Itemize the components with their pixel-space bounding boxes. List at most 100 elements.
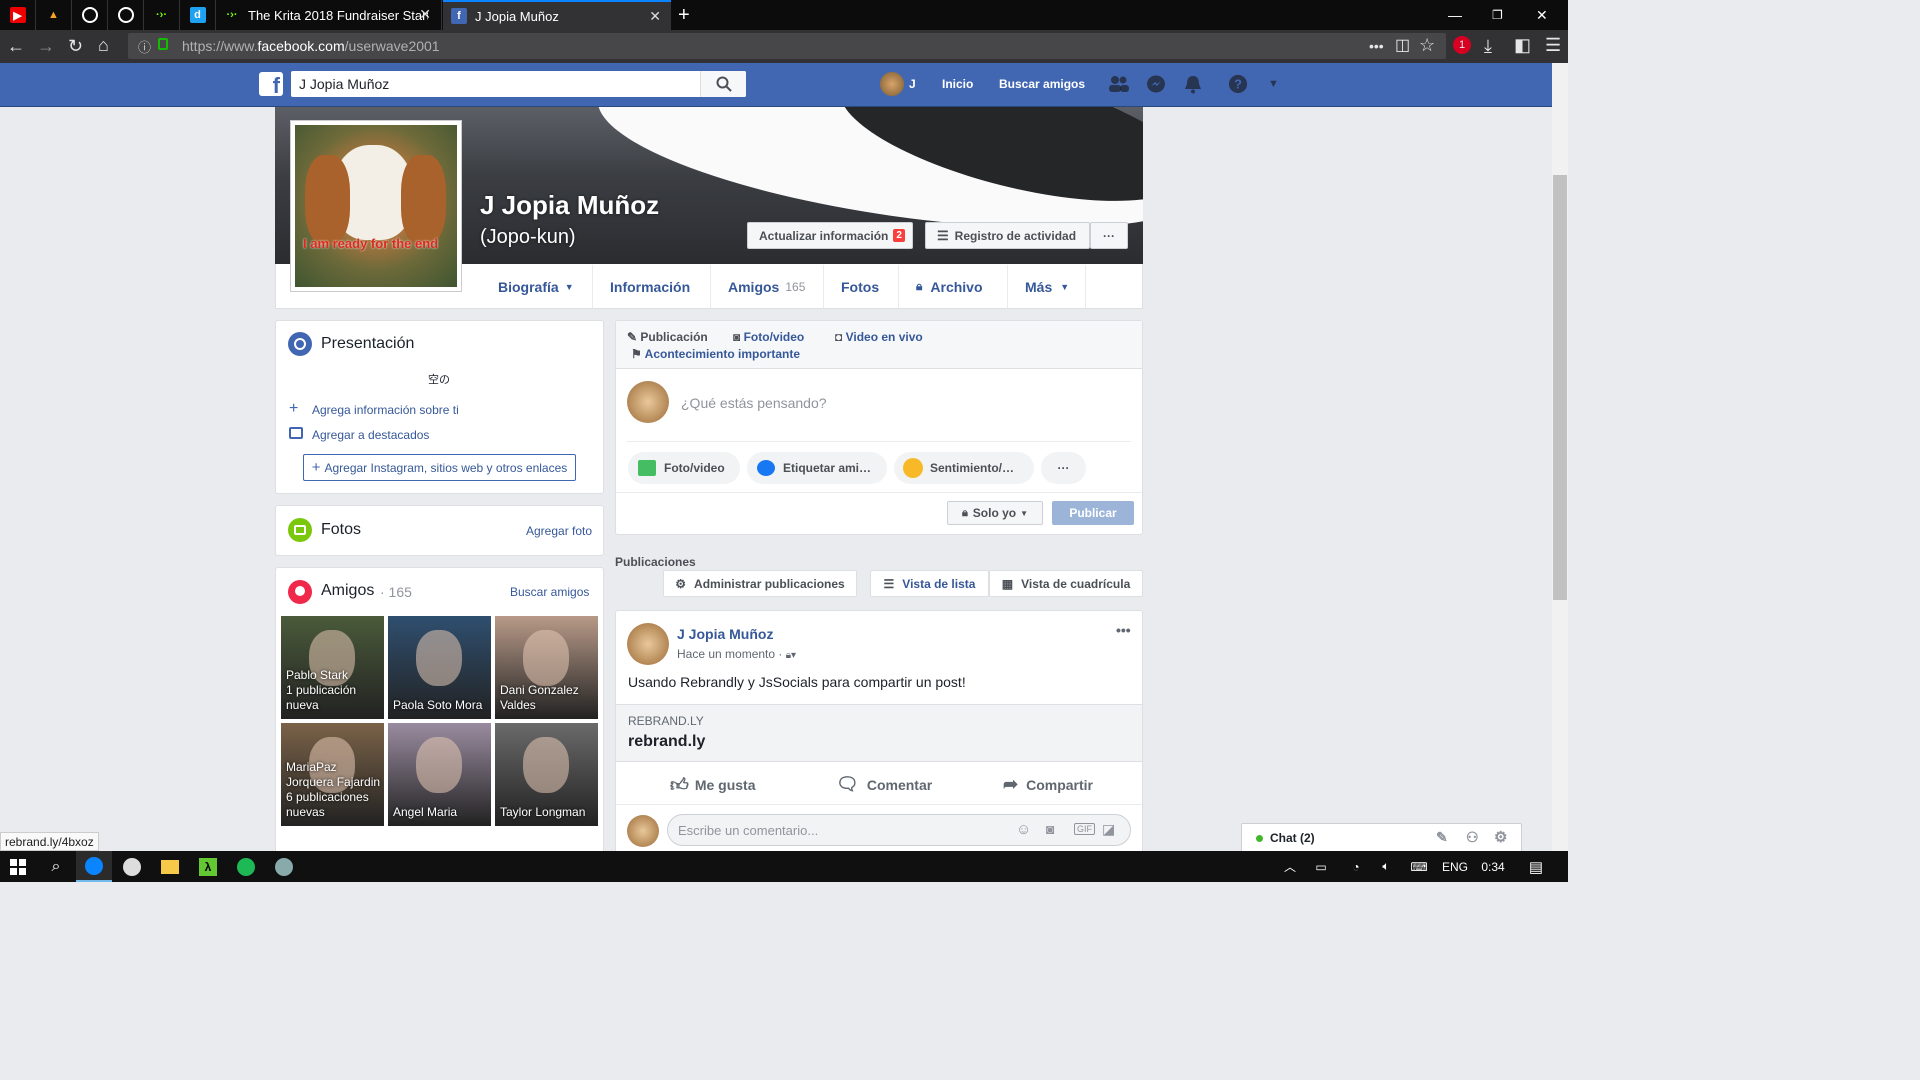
tab-facebook-profile[interactable]: f J Jopia Muñoz ✕ — [443, 0, 671, 30]
add-featured-link[interactable]: Agregar a destacados — [312, 428, 429, 442]
battery-icon[interactable]: ▭ — [1310, 851, 1332, 882]
find-friends-link[interactable]: Buscar amigos — [999, 77, 1085, 91]
more-options-pill[interactable]: ··· — [1041, 452, 1086, 484]
wifi-icon[interactable]: ◔ — [1345, 851, 1367, 882]
tab-informacion[interactable]: Información — [593, 265, 711, 308]
share-button[interactable]: ➦ Compartir — [1003, 774, 1093, 795]
activity-log-button[interactable]: ☰ Registro de actividad — [925, 222, 1090, 249]
firefox-taskbar-icon[interactable] — [76, 851, 112, 882]
post-timestamp[interactable]: Hace un momento · 🔒︎▾ — [677, 647, 796, 661]
privacy-selector[interactable]: 🔒︎ Solo yo ▼ — [947, 501, 1043, 525]
pinned-tab-d[interactable]: d — [180, 0, 216, 30]
tab-fotos[interactable]: Fotos — [824, 265, 899, 308]
language-indicator[interactable]: ENG — [1440, 851, 1470, 882]
notifications-bell-icon[interactable] — [1182, 74, 1204, 94]
update-info-button[interactable]: Actualizar información 2 — [747, 222, 913, 249]
facebook-logo-icon[interactable]: f — [259, 72, 283, 98]
pocket-icon[interactable]: ◫ — [1395, 36, 1410, 56]
friend-tile[interactable]: Angel Maria — [388, 723, 491, 826]
chevron-down-icon[interactable]: ▼ — [1268, 78, 1279, 90]
sticker-icon[interactable]: ◪ — [1102, 821, 1115, 838]
chat-settings-gear-icon[interactable]: ⚙ — [1494, 828, 1507, 846]
pinned-tab-youtube[interactable]: ▶ — [0, 0, 36, 30]
composer-tab-post[interactable]: ✎ Publicación — [627, 330, 708, 344]
manage-posts-button[interactable]: ⚙ Administrar publicaciones — [663, 570, 857, 597]
forward-icon[interactable]: → — [37, 36, 55, 56]
add-photo-link[interactable]: Agregar foto — [526, 524, 592, 538]
list-view-button[interactable]: ☰ Vista de lista — [870, 570, 989, 597]
new-tab-button[interactable]: + — [678, 0, 690, 30]
composer-input[interactable]: ¿Qué estás pensando? — [681, 395, 827, 411]
comment-button[interactable]: 🗨︎ Comentar — [836, 774, 932, 795]
volume-icon[interactable]: 🔈︎ — [1375, 851, 1397, 882]
post-author-name[interactable]: J Jopia Muñoz — [677, 626, 773, 642]
ublock-icon[interactable]: 1 — [1453, 36, 1471, 54]
tag-friends-pill[interactable]: Etiquetar ami… — [747, 452, 887, 484]
sidebar-icon[interactable]: ◧ — [1514, 35, 1531, 55]
tab-krita-fundraiser[interactable]: ·›· The Krita 2018 Fundraiser Starts ✕ — [216, 0, 442, 30]
gif-icon[interactable]: GIF — [1074, 823, 1095, 835]
emoji-icon[interactable]: ☺ — [1016, 821, 1031, 838]
reload-icon[interactable]: ↻ — [68, 36, 83, 56]
keyboard-icon[interactable]: ⌨ — [1405, 851, 1433, 882]
close-window-button[interactable]: ✕ — [1536, 0, 1548, 30]
tab-archivo[interactable]: 🔒︎ Archivo — [899, 265, 1008, 308]
tab-mas[interactable]: Más ▼ — [1008, 265, 1086, 308]
friend-tile[interactable]: Taylor Longman — [495, 723, 598, 826]
back-icon[interactable]: ← — [7, 36, 25, 56]
avatar[interactable] — [880, 72, 904, 96]
page-actions-icon[interactable]: ••• — [1369, 36, 1384, 56]
pinned-tab-web-2[interactable] — [108, 0, 144, 30]
pinned-tab-krita[interactable]: ▲ — [36, 0, 72, 30]
clock[interactable]: 0:34 — [1478, 851, 1508, 882]
tab-amigos[interactable]: Amigos 165 — [711, 265, 824, 308]
friend-tile[interactable]: Pablo Stark 1 publicación nueva — [281, 616, 384, 719]
composer-tab-live[interactable]: ◘ Video en vivo — [835, 330, 923, 344]
search-button[interactable] — [700, 71, 746, 97]
spotify-icon[interactable] — [228, 851, 264, 882]
friend-requests-icon[interactable] — [1108, 74, 1130, 94]
new-message-icon[interactable]: ✎ — [1436, 829, 1448, 846]
bookmark-star-icon[interactable]: ☆ — [1419, 35, 1435, 55]
downloads-icon[interactable]: ⤓ — [1484, 36, 1492, 56]
messenger-icon[interactable] — [1145, 74, 1167, 94]
photo-video-pill[interactable]: Foto/video — [628, 452, 740, 484]
feeling-pill[interactable]: Sentimiento/… — [894, 452, 1034, 484]
scrollbar-thumb[interactable] — [1553, 175, 1567, 600]
more-options-button[interactable]: ··· — [1090, 222, 1128, 249]
grid-view-button[interactable]: ▦ Vista de cuadrícula — [989, 570, 1143, 597]
friend-tile[interactable]: Paola Soto Mora — [388, 616, 491, 719]
like-button[interactable]: 👍︎ Me gusta — [670, 774, 756, 796]
windows-start-icon[interactable] — [0, 851, 36, 882]
friend-tile[interactable]: Dani Gonzalez Valdes — [495, 616, 598, 719]
group-chat-icon[interactable]: ⚇ — [1466, 829, 1479, 846]
help-icon[interactable]: ? — [1227, 74, 1249, 94]
info-icon[interactable]: ⓘ — [138, 37, 151, 56]
search-input[interactable]: J Jopia Muñoz — [291, 71, 746, 97]
friend-tile[interactable]: MariaPaz Jorquera Fajardin 6 publicacion… — [281, 723, 384, 826]
search-icon[interactable]: ⌕ — [38, 851, 74, 882]
add-links-button[interactable]: + Agregar Instagram, sitios web y otros … — [303, 454, 576, 481]
camera-icon[interactable]: ◙ — [1046, 821, 1054, 837]
profile-picture[interactable]: I am ready for the end — [290, 120, 462, 292]
menu-icon[interactable]: ☰ — [1545, 35, 1561, 55]
pinned-tab-app[interactable]: ·›· — [144, 0, 180, 30]
tray-chevron-up-icon[interactable]: ︿ — [1280, 851, 1300, 882]
file-explorer-icon[interactable] — [152, 851, 188, 882]
app-taskbar-icon[interactable] — [266, 851, 302, 882]
comment-input[interactable]: Escribe un comentario... ☺ ◙ GIF ◪ — [667, 814, 1131, 846]
tab-biografia[interactable]: Biografía ▼ — [480, 265, 593, 308]
composer-tab-photo[interactable]: ◙ Foto/video — [733, 330, 804, 344]
add-info-link[interactable]: Agrega información sobre ti — [312, 403, 459, 417]
app-taskbar-icon[interactable] — [114, 851, 150, 882]
post-options-icon[interactable]: ••• — [1116, 622, 1131, 638]
publish-button[interactable]: Publicar — [1052, 501, 1134, 525]
chat-bar[interactable]: Chat (2) ✎ ⚇ ⚙ — [1241, 823, 1522, 851]
close-tab-icon[interactable]: ✕ — [419, 6, 431, 23]
profile-shortcut[interactable]: J — [909, 77, 916, 91]
composer-tab-event[interactable]: ⚑ Acontecimiento importante — [631, 347, 800, 361]
minimize-window-button[interactable]: — — [1448, 0, 1462, 30]
find-friends-link[interactable]: Buscar amigos — [510, 585, 589, 599]
action-center-icon[interactable]: ▤ — [1522, 851, 1550, 882]
home-icon[interactable]: ⌂ — [98, 35, 109, 55]
